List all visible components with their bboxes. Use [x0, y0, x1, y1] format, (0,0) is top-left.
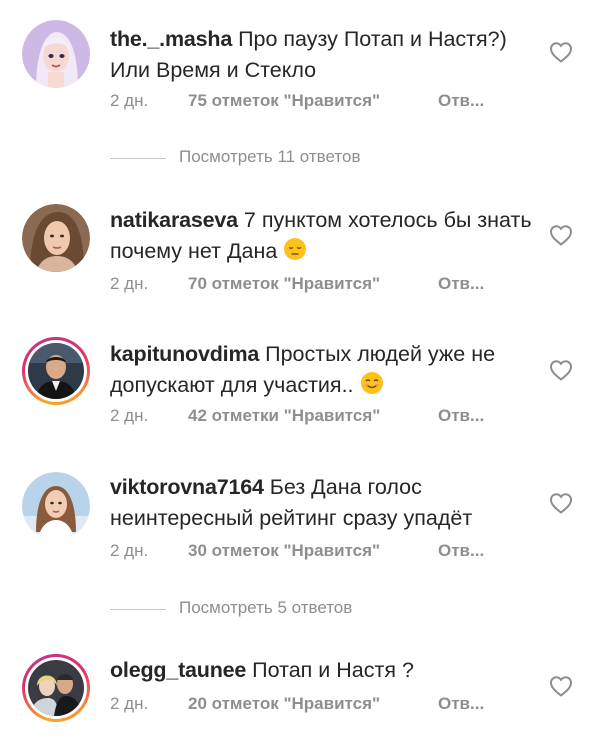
- avatar-photo-image: [28, 343, 84, 399]
- comment-meta: 2 дн. 20 отметок "Нравится" Отв...: [110, 694, 484, 714]
- heart-outline-icon[interactable]: [549, 224, 573, 246]
- comment-text: kapitunovdima Простых людей уже не допус…: [110, 339, 540, 401]
- comment-body: Потап и Настя ?: [252, 658, 414, 682]
- comment-time: 2 дн.: [110, 91, 149, 110]
- comment-username[interactable]: the._.masha: [110, 27, 232, 51]
- comment-meta: 2 дн. 75 отметок "Нравится" Отв...: [110, 91, 484, 111]
- avatar[interactable]: [22, 204, 90, 272]
- avatar-with-story-ring[interactable]: [22, 654, 90, 722]
- avatar[interactable]: [22, 20, 90, 88]
- comment-likes[interactable]: 30 отметок "Нравится": [188, 541, 438, 561]
- comment-text: olegg_taunee Потап и Настя ?: [110, 655, 540, 686]
- heart-outline-icon[interactable]: [549, 41, 573, 63]
- comment-username[interactable]: natikaraseva: [110, 208, 238, 232]
- reply-button[interactable]: Отв...: [438, 91, 484, 110]
- comment-time: 2 дн.: [110, 274, 149, 293]
- comment-text: natikaraseva 7 пунктом хотелось бы знать…: [110, 205, 540, 267]
- comment-likes[interactable]: 75 отметок "Нравится": [188, 91, 438, 111]
- avatar-photo-image: [28, 660, 84, 716]
- comment-text: the._.masha Про паузу Потап и Настя?) Ил…: [110, 24, 540, 86]
- comment-time: 2 дн.: [110, 541, 149, 560]
- view-replies-label: Посмотреть 11 ответов: [179, 147, 361, 166]
- comment-username[interactable]: kapitunovdima: [110, 342, 259, 366]
- divider-line: [110, 609, 166, 610]
- heart-outline-icon[interactable]: [549, 359, 573, 381]
- reply-button[interactable]: Отв...: [438, 541, 484, 560]
- avatar-photo-image: [22, 204, 90, 272]
- heart-outline-icon[interactable]: [549, 675, 573, 697]
- comment-meta: 2 дн. 30 отметок "Нравится" Отв...: [110, 541, 484, 561]
- smiling-face-emoji: [360, 372, 383, 394]
- comment-likes[interactable]: 42 отметки "Нравится": [188, 406, 438, 426]
- comment-likes[interactable]: 70 отметок "Нравится": [188, 274, 438, 294]
- comment-time: 2 дн.: [110, 406, 149, 425]
- avatar-cartoon-image: [22, 20, 90, 88]
- pensive-face-emoji: [284, 238, 307, 260]
- comment-time: 2 дн.: [110, 694, 149, 713]
- comment-meta: 2 дн. 70 отметок "Нравится" Отв...: [110, 274, 484, 294]
- heart-outline-icon[interactable]: [549, 492, 573, 514]
- divider-line: [110, 158, 166, 159]
- reply-button[interactable]: Отв...: [438, 406, 484, 425]
- comment-username[interactable]: olegg_taunee: [110, 658, 246, 682]
- reply-button[interactable]: Отв...: [438, 274, 484, 293]
- comment-meta: 2 дн. 42 отметки "Нравится" Отв...: [110, 406, 484, 426]
- reply-button[interactable]: Отв...: [438, 694, 484, 713]
- avatar-photo-image: [22, 472, 90, 540]
- comment-username[interactable]: viktorovna7164: [110, 475, 264, 499]
- avatar-with-story-ring[interactable]: [22, 337, 90, 405]
- view-replies-label: Посмотреть 5 ответов: [179, 598, 353, 617]
- avatar[interactable]: [22, 472, 90, 540]
- comment-text: viktorovna7164 Без Дана голос неинтересн…: [110, 472, 540, 534]
- comment-likes[interactable]: 20 отметок "Нравится": [188, 694, 438, 714]
